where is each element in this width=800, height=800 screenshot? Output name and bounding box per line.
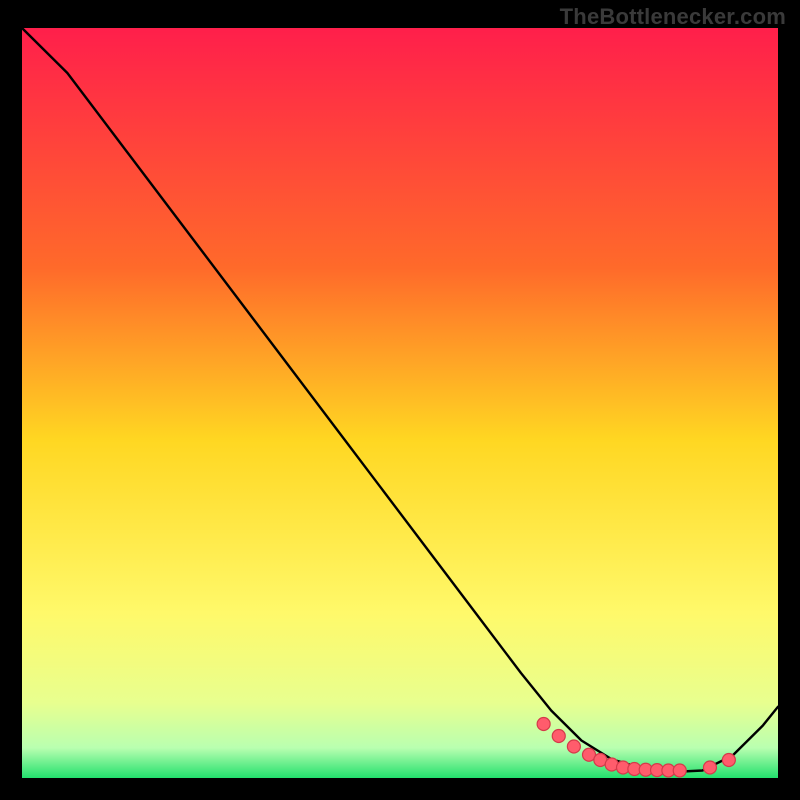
data-marker	[567, 740, 580, 753]
data-marker	[537, 718, 550, 731]
data-marker	[552, 730, 565, 743]
gradient-background	[22, 28, 778, 778]
data-marker	[703, 761, 716, 774]
chart-frame: TheBottlenecker.com	[0, 0, 800, 800]
watermark-text: TheBottlenecker.com	[560, 4, 786, 30]
plot-area	[22, 28, 778, 778]
chart-svg	[22, 28, 778, 778]
data-marker	[722, 754, 735, 767]
data-marker	[673, 764, 686, 777]
